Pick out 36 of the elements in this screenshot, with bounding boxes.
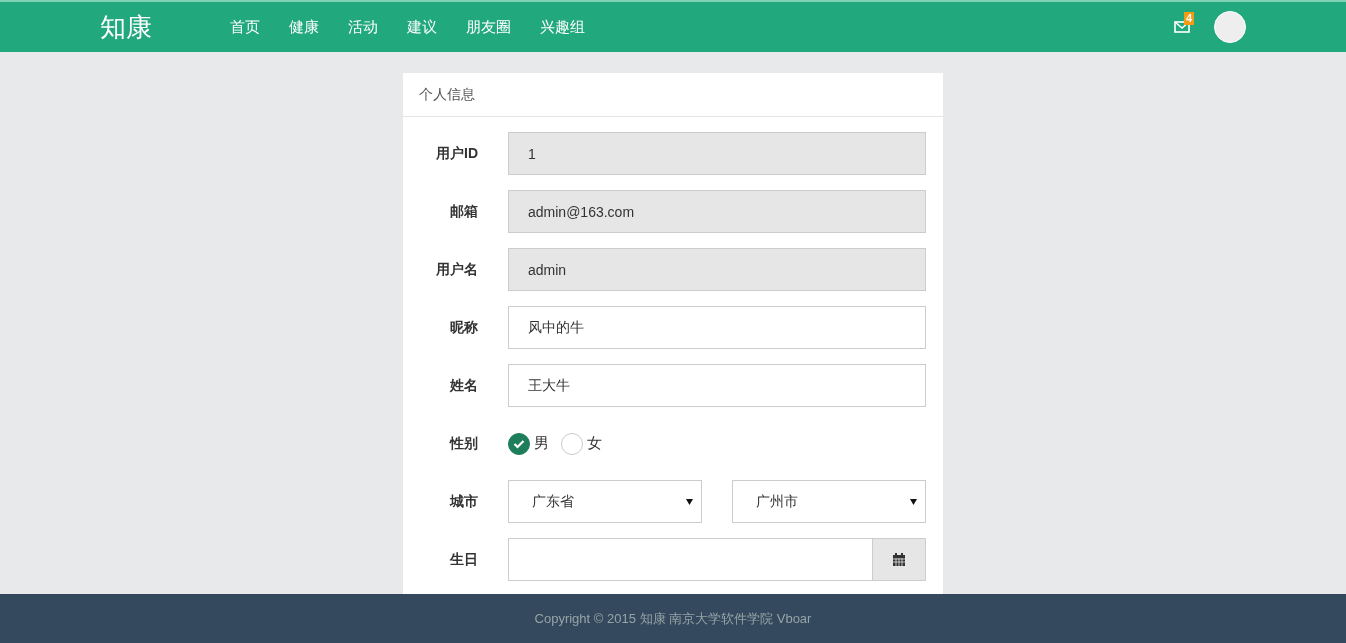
readonly-field: 1 (508, 132, 926, 175)
field-label: 姓名 (450, 376, 478, 393)
field-label: 城市 (450, 492, 478, 509)
field-label: 性别 (450, 434, 478, 451)
field-label: 生日 (450, 550, 478, 567)
brand-logo[interactable]: 知康 (100, 9, 230, 45)
card-title: 个人信息 (419, 85, 475, 104)
nav-link[interactable]: 朋友圈 (466, 17, 511, 37)
copyright-text: Copyright © 2015 知康 南京大学软件学院 Vboar (534, 609, 812, 628)
nav-link[interactable]: 活动 (348, 17, 378, 37)
check-icon (513, 438, 525, 449)
select-dropdown[interactable]: 广州市 (732, 480, 926, 523)
input-field[interactable]: 风中的牛 (508, 306, 926, 349)
input-field[interactable]: 王大牛 (508, 364, 926, 407)
avatar[interactable] (1214, 11, 1246, 43)
field-label: 用户ID (436, 144, 478, 161)
select-dropdown[interactable]: 广东省 (508, 480, 702, 523)
field-label: 用户名 (436, 260, 478, 277)
caret-icon (686, 498, 693, 505)
field-label: 昵称 (450, 318, 478, 335)
nav-link[interactable]: 首页 (230, 17, 260, 37)
caret-icon (910, 498, 917, 505)
radio-label: 女 (587, 434, 602, 453)
mail-icon[interactable] (1174, 21, 1190, 33)
nav-link[interactable]: 兴趣组 (540, 17, 585, 37)
nav-link[interactable]: 健康 (289, 17, 319, 37)
calendar-button[interactable] (873, 538, 926, 581)
nav-link[interactable]: 建议 (407, 17, 437, 37)
readonly-field: admin (508, 248, 926, 291)
notification-badge: 4 (1184, 12, 1195, 25)
field-label: 邮箱 (450, 202, 478, 219)
radio-label: 男 (534, 434, 549, 453)
calendar-icon (892, 552, 906, 567)
readonly-field: admin@163.com (508, 190, 926, 233)
date-field[interactable] (508, 538, 873, 581)
radio-button[interactable] (508, 432, 530, 455)
